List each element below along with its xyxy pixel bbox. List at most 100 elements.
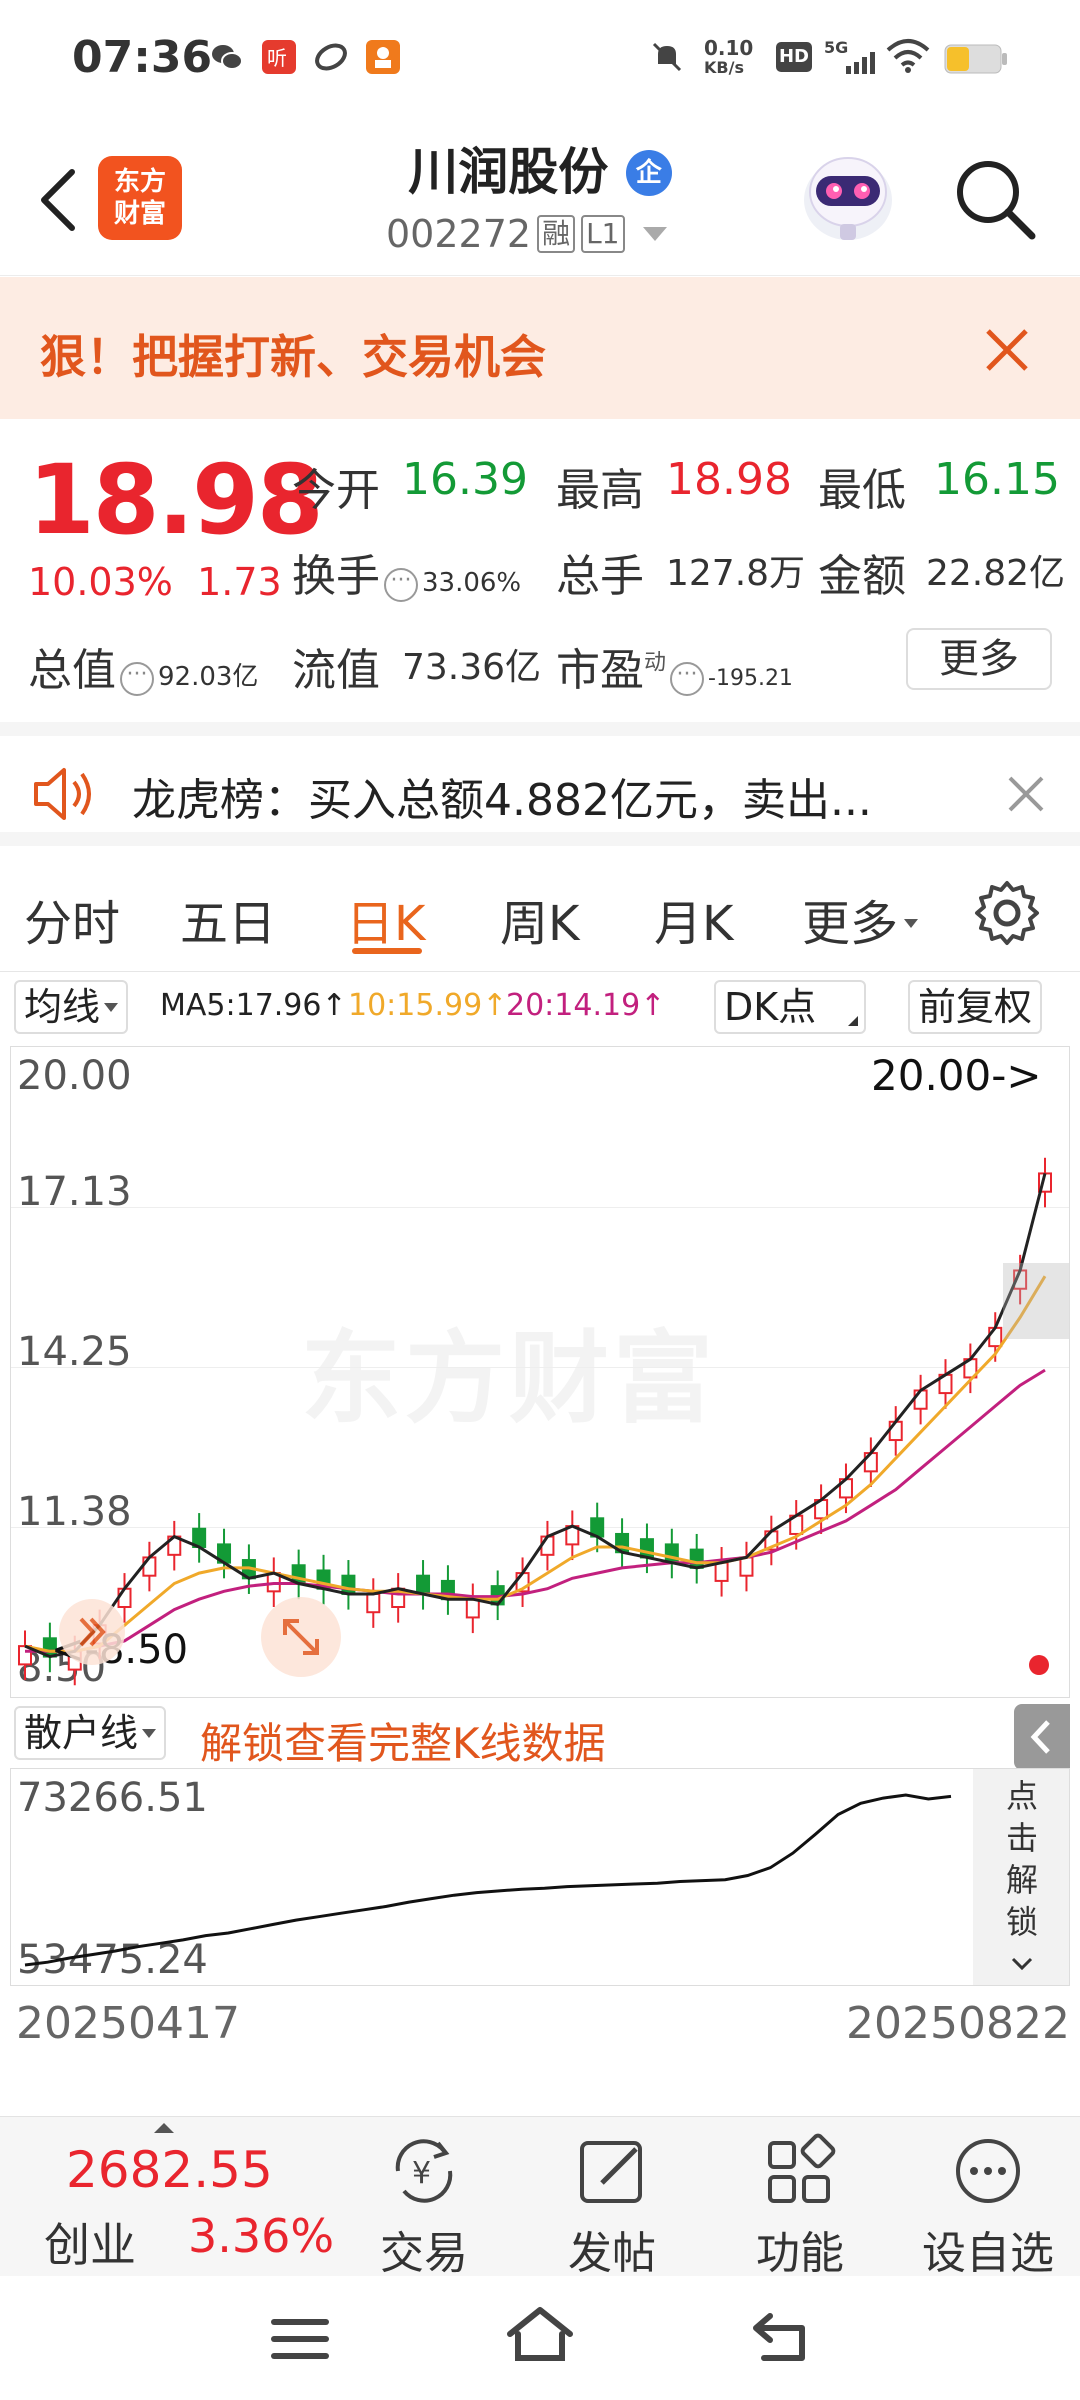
dropdown-icon (642, 227, 667, 241)
retail-line (24, 1793, 952, 1967)
amount-label: 金额 (818, 551, 906, 602)
float-label: 流值 (292, 645, 380, 696)
expand-icon[interactable] (261, 1597, 341, 1677)
ma20-value: 20:14.19↑ (506, 988, 666, 1023)
current-price: 18.98 (28, 444, 324, 556)
chevron-down-icon (142, 1729, 157, 1738)
collapse-button[interactable] (1014, 1704, 1070, 1770)
kline-chart[interactable]: 东方财富 20.00 17.13 14.25 11.38 8.50 20.00-… (10, 1046, 1070, 1698)
signal-icon (846, 52, 876, 78)
sub-chart[interactable]: 73266.51 53475.24 点 击 解 锁 (10, 1768, 1070, 1986)
open-value: 16.39 (402, 454, 528, 505)
add-watchlist-button[interactable]: 设自选 (908, 2131, 1068, 2279)
more-quote-button[interactable]: 更多 (906, 628, 1052, 690)
stock-code-row[interactable]: 002272 融 L1 (386, 212, 667, 256)
date-end: 20250822 (846, 1998, 1070, 2049)
unlock-side-button[interactable]: 点 击 解 锁 (973, 1769, 1069, 1985)
turnover-value: 33.06% (422, 568, 522, 598)
promo-banner[interactable]: 狠！把握打新、交易机会 (0, 277, 1080, 419)
more-circle-icon (956, 2139, 1020, 2203)
high-label: 最高 (556, 465, 644, 516)
turnover-label: 换手 ··· 33.06% (292, 551, 522, 602)
index-change: 3.36% (188, 2209, 335, 2263)
candle-body (341, 1574, 356, 1595)
info-icon[interactable]: ··· (120, 662, 154, 696)
adjust-selector[interactable]: 前复权 (908, 980, 1043, 1034)
candle-body (416, 1574, 431, 1595)
up-arrow-icon (154, 2123, 174, 2133)
sub-plot (24, 1793, 952, 1967)
tab-more[interactable]: 更多 (802, 884, 919, 954)
chevron-down-icon (904, 919, 919, 928)
candle-body (639, 1538, 654, 1559)
tab-daily-k[interactable]: 日K (346, 884, 425, 954)
open-label: 今开 (292, 465, 380, 516)
pe-label: 市盈动 ··· -195.21 (556, 645, 793, 696)
stock-name: 川润股份 (408, 143, 609, 201)
date-start: 20250417 (16, 1998, 240, 2049)
price-change: 10.03% 1.73 (28, 560, 282, 604)
index-value: 2682.55 (66, 2141, 273, 2199)
low-value: 16.15 (934, 454, 1060, 505)
functions-button[interactable]: 功能 (720, 2131, 880, 2279)
trade-button[interactable]: ¥ 交易 (344, 2131, 504, 2279)
candle-body (888, 1420, 903, 1442)
wifi-icon (886, 38, 930, 78)
close-icon[interactable] (982, 325, 1032, 375)
edit-icon (580, 2141, 642, 2203)
gear-icon[interactable] (972, 878, 1042, 948)
svg-text:¥: ¥ (412, 2156, 431, 2191)
mktcap-label: 总值 ··· 92.03亿 (28, 645, 259, 696)
tab-five-day[interactable]: 五日 (180, 884, 276, 954)
ma-line-20 (25, 1368, 1046, 1653)
link-icon (314, 40, 348, 74)
ma5-value: MA5:17.96↑ (160, 988, 347, 1023)
float-value: 73.36亿 (402, 647, 542, 688)
high-value: 18.98 (666, 454, 792, 505)
index-quote[interactable]: 2682.55 创业 3.36% (26, 2123, 346, 2273)
unlock-link[interactable]: 解锁查看完整K线数据 (200, 1710, 606, 1771)
search-icon[interactable] (950, 154, 1040, 244)
hd-icon: HD (776, 42, 812, 72)
home-icon[interactable] (504, 2304, 576, 2370)
index-name: 创业 (44, 2218, 136, 2272)
stock-title: 川润股份 企 (0, 132, 1080, 204)
post-button[interactable]: 发帖 (532, 2131, 692, 2279)
stock-code: 002272 (386, 212, 532, 256)
dk-point-button[interactable]: DK点 (714, 980, 866, 1034)
quote-panel: 18.98 10.03% 1.73 今开 16.39 最高 18.98 最低 1… (0, 420, 1080, 720)
scroll-left-icon[interactable] (59, 1599, 125, 1665)
high-marker: 20.00-> (871, 1051, 1042, 1100)
robot-assistant-icon[interactable] (800, 144, 896, 248)
close-icon[interactable] (1004, 772, 1048, 816)
menu-icon[interactable] (270, 2314, 330, 2368)
app-notif-icon: 听 (262, 40, 296, 74)
low-label: 最低 (818, 465, 906, 516)
ma-selector[interactable]: 均线 (14, 980, 129, 1034)
candle-body (366, 1592, 381, 1614)
net-speed: 0.10 (704, 36, 754, 60)
ticker-text: 龙虎榜：买入总额4.882亿元，卖出... (132, 775, 872, 826)
enterprise-badge: 企 (625, 150, 672, 196)
ma-line-10 (24, 1275, 1047, 1653)
candle-body (714, 1561, 729, 1582)
pe-value: -195.21 (708, 666, 793, 691)
back-nav-icon[interactable] (750, 2310, 814, 2370)
tab-weekly-k[interactable]: 周K (500, 884, 579, 954)
candle-body (465, 1598, 480, 1619)
info-icon[interactable]: ··· (384, 568, 418, 602)
news-ticker[interactable]: 龙虎榜：买入总额4.882亿元，卖出... (0, 722, 1080, 846)
candle-body (988, 1326, 1003, 1348)
kline-plot (18, 1157, 1052, 1686)
tab-intraday[interactable]: 分时 (24, 884, 120, 954)
corner-triangle-icon (848, 1016, 858, 1026)
bottom-action-bar: 2682.55 创业 3.36% ¥ 交易 发帖 功能 设自选 (0, 2116, 1080, 2279)
info-icon[interactable]: ··· (670, 662, 705, 696)
battery-icon (944, 44, 1008, 78)
chevron-down-icon (973, 1943, 1069, 1985)
latest-range-highlight (1003, 1263, 1069, 1339)
amount-value: 22.82亿 (926, 553, 1066, 594)
tab-monthly-k[interactable]: 月K (654, 884, 733, 954)
sub-indicator-selector[interactable]: 散户线 (14, 1706, 167, 1760)
candle-body (739, 1556, 754, 1577)
